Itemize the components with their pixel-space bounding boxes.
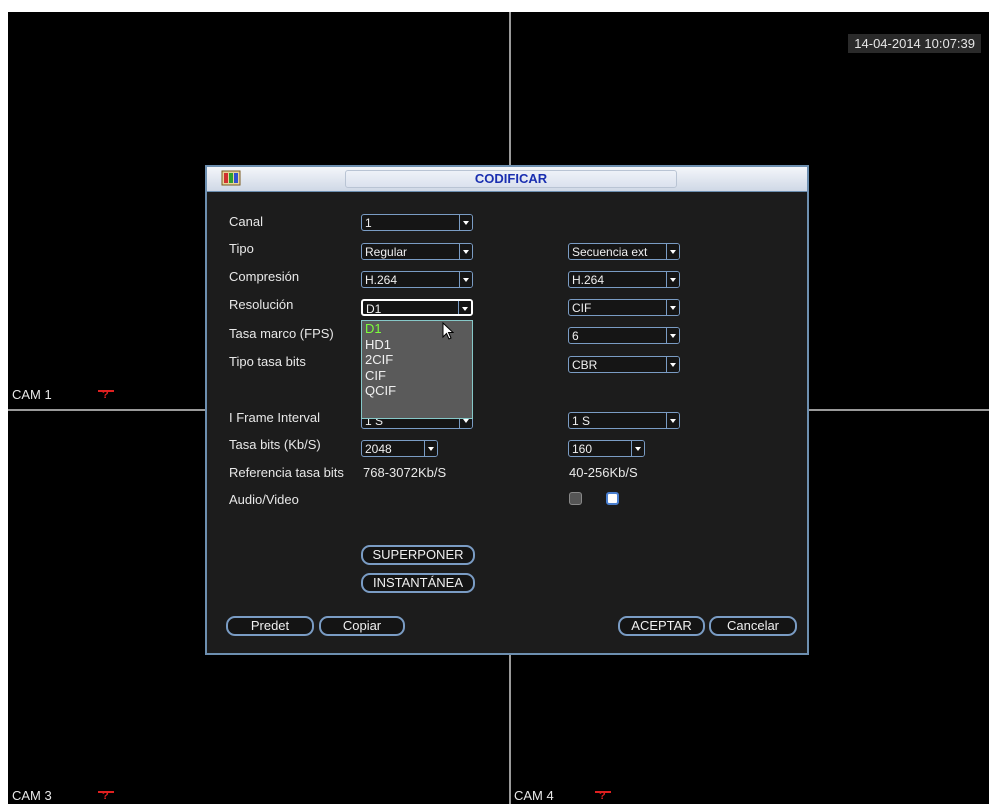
cam3-alert-icon: ? [98, 790, 114, 804]
tipo-select[interactable]: Regular [361, 243, 473, 260]
resolution-option-qcif[interactable]: QCIF [362, 383, 472, 399]
chevron-down-icon [459, 244, 472, 259]
label-resolucion: Resolución [229, 297, 294, 312]
chevron-down-icon [459, 272, 472, 287]
predet-button[interactable]: Predet [226, 616, 314, 636]
extra-tasa-bits-select[interactable]: 160 [568, 440, 645, 457]
extra-tipo-select[interactable]: Secuencia ext [568, 243, 680, 260]
extra-compresion-value: H.264 [572, 273, 605, 287]
app-icon [221, 170, 241, 186]
chevron-down-icon [666, 300, 679, 315]
extra-i-frame-interval-select[interactable]: 1 S [568, 412, 680, 429]
resolucion-select[interactable]: D1 [361, 299, 473, 316]
chevron-down-icon [424, 441, 437, 456]
chevron-down-icon [458, 301, 471, 314]
label-tasa-bits: Tasa bits (Kb/S) [229, 437, 321, 452]
label-tasa-marco: Tasa marco (FPS) [229, 326, 334, 341]
instantanea-button[interactable]: INSTANTÁNEA [361, 573, 475, 593]
cam1-label: CAM 1 [12, 387, 52, 402]
cam4-label: CAM 4 [514, 788, 554, 803]
dialog-title: CODIFICAR [345, 170, 677, 188]
label-compresion: Compresión [229, 269, 300, 284]
label-tipo-tasa-bits: Tipo tasa bits [229, 354, 306, 369]
mouse-pointer-icon [442, 322, 455, 340]
datetime-display: 14-04-2014 10:07:39 [848, 34, 981, 53]
tipo-value: Regular [365, 245, 408, 259]
resolution-option-2cif[interactable]: 2CIF [362, 352, 472, 368]
extra-resolucion-select[interactable]: CIF [568, 299, 680, 316]
compresion-value: H.264 [365, 273, 398, 287]
aceptar-button[interactable]: ACEPTAR [618, 616, 705, 636]
tasa-bits-value: 2048 [365, 442, 392, 456]
resolucion-value: D1 [366, 302, 382, 316]
extra-tasa-marco-select[interactable]: 6 [568, 327, 680, 344]
resolution-option-cif[interactable]: CIF [362, 368, 472, 384]
cam4-alert-symbol: ? [599, 790, 606, 802]
cam4-alert-icon: ? [595, 790, 611, 804]
chevron-down-icon [459, 215, 472, 230]
label-tipo: Tipo [229, 241, 254, 256]
dialog-titlebar[interactable]: CODIFICAR [207, 167, 807, 192]
copiar-button[interactable]: Copiar [319, 616, 405, 636]
referencia-extra-value: 40-256Kb/S [569, 465, 638, 480]
cam1-alert-symbol: ? [102, 389, 109, 401]
label-canal: Canal [229, 214, 263, 229]
chevron-down-icon [666, 328, 679, 343]
tasa-bits-select[interactable]: 2048 [361, 440, 438, 457]
chevron-down-icon [666, 244, 679, 259]
cam3-label: CAM 3 [12, 788, 52, 803]
extra-resolucion-value: CIF [572, 301, 592, 315]
extra-tipo-tasa-bits-select[interactable]: CBR [568, 356, 680, 373]
canal-value: 1 [365, 216, 372, 230]
chevron-down-icon [631, 441, 644, 456]
extra-tasa-marco-value: 6 [572, 329, 579, 343]
chevron-down-icon [666, 357, 679, 372]
label-audio-video: Audio/Video [229, 492, 299, 507]
extra-video-checkbox[interactable] [606, 492, 619, 505]
resolution-dropdown-list[interactable]: D1 HD1 2CIF CIF QCIF [361, 320, 473, 419]
extra-compresion-select[interactable]: H.264 [568, 271, 680, 288]
chevron-down-icon [666, 413, 679, 428]
chevron-down-icon [666, 272, 679, 287]
canal-select[interactable]: 1 [361, 214, 473, 231]
extra-i-frame-interval-value: 1 S [572, 414, 591, 428]
extra-tasa-bits-value: 160 [572, 442, 593, 456]
cam1-alert-icon: ? [98, 389, 114, 403]
superponer-button[interactable]: SUPERPONER [361, 545, 475, 565]
extra-audio-checkbox[interactable] [569, 492, 582, 505]
referencia-main-value: 768-3072Kb/S [363, 465, 447, 480]
compresion-select[interactable]: H.264 [361, 271, 473, 288]
cancelar-button[interactable]: Cancelar [709, 616, 797, 636]
label-referencia-tasa-bits: Referencia tasa bits [229, 465, 344, 480]
extra-tipo-value: Secuencia ext [572, 245, 648, 259]
cam3-alert-symbol: ? [102, 790, 109, 802]
extra-tipo-tasa-bits-value: CBR [572, 358, 598, 372]
label-i-frame-interval: I Frame Interval [229, 410, 321, 425]
